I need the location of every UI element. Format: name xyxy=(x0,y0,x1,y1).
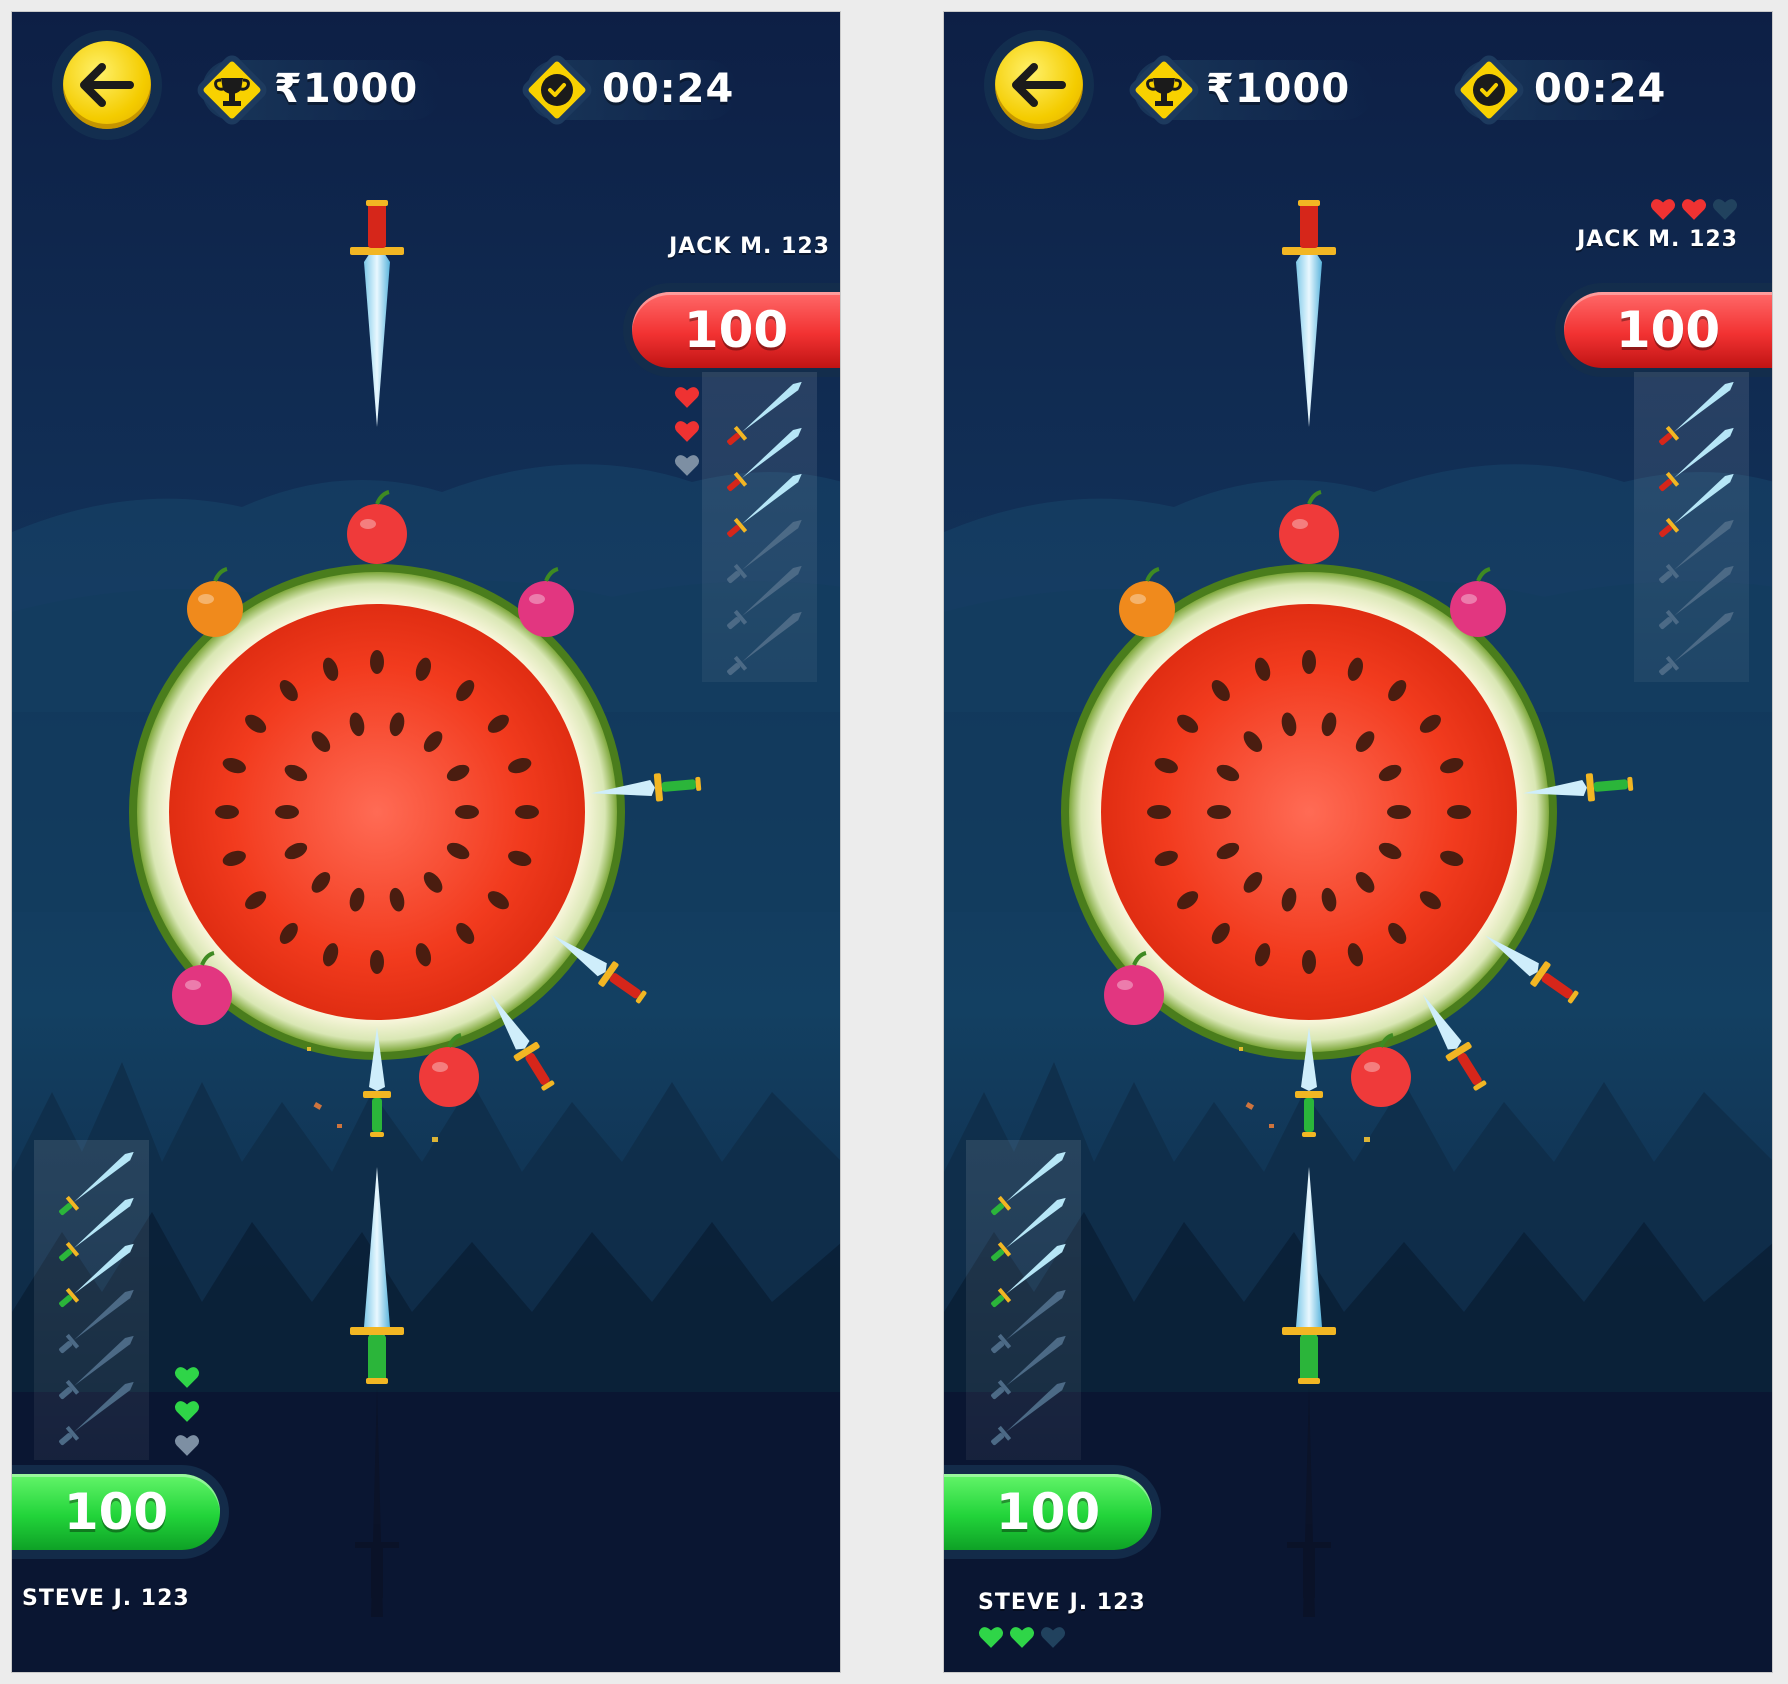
player-score: 100 xyxy=(12,1474,220,1550)
heart-icon xyxy=(978,1624,1004,1654)
opponent-knives-remaining xyxy=(1659,382,1734,676)
player-name: STEVE J. 123 xyxy=(22,1586,190,1611)
player-knives-remaining xyxy=(59,1152,134,1446)
heart-icon xyxy=(674,418,700,448)
player-name: STEVE J. 123 xyxy=(978,1590,1146,1615)
arrow-left-icon xyxy=(80,63,134,107)
heart-icon xyxy=(674,452,700,482)
prize-amount: ₹1000 xyxy=(1206,66,1351,112)
trophy-icon xyxy=(197,55,267,125)
timer-value: 00:24 xyxy=(1534,66,1667,112)
game-screen-1: ₹1000 00:24 JACK M. 123 100 100 STEVE J.… xyxy=(11,11,841,1673)
heart-icon xyxy=(174,1432,200,1462)
timer-value: 00:24 xyxy=(602,66,735,112)
prize-amount: ₹1000 xyxy=(274,66,419,112)
heart-icon xyxy=(674,384,700,414)
opponent-name: JACK M. 123 xyxy=(669,234,830,259)
opponent-name: JACK M. 123 xyxy=(1577,227,1738,252)
player-score: 100 xyxy=(944,1474,1152,1550)
opponent-score: 100 xyxy=(1564,292,1772,368)
back-button[interactable] xyxy=(52,30,162,140)
back-button[interactable] xyxy=(984,30,1094,140)
heart-icon xyxy=(174,1364,200,1394)
heart-icon xyxy=(1681,196,1707,226)
opponent-score: 100 xyxy=(632,292,840,368)
trophy-icon xyxy=(1129,55,1199,125)
player-knives-remaining xyxy=(991,1152,1066,1446)
game-screen-2: ₹1000 00:24 JACK M. 123 100 100 STEVE J.… xyxy=(943,11,1773,1673)
heart-icon xyxy=(1712,196,1738,226)
checkmark-icon xyxy=(522,55,592,125)
arrow-left-icon xyxy=(1012,63,1066,107)
heart-icon xyxy=(174,1398,200,1428)
heart-icon xyxy=(1040,1624,1066,1654)
heart-icon xyxy=(1009,1624,1035,1654)
checkmark-icon xyxy=(1454,55,1524,125)
heart-icon xyxy=(1650,196,1676,226)
opponent-knives-remaining xyxy=(727,382,802,676)
